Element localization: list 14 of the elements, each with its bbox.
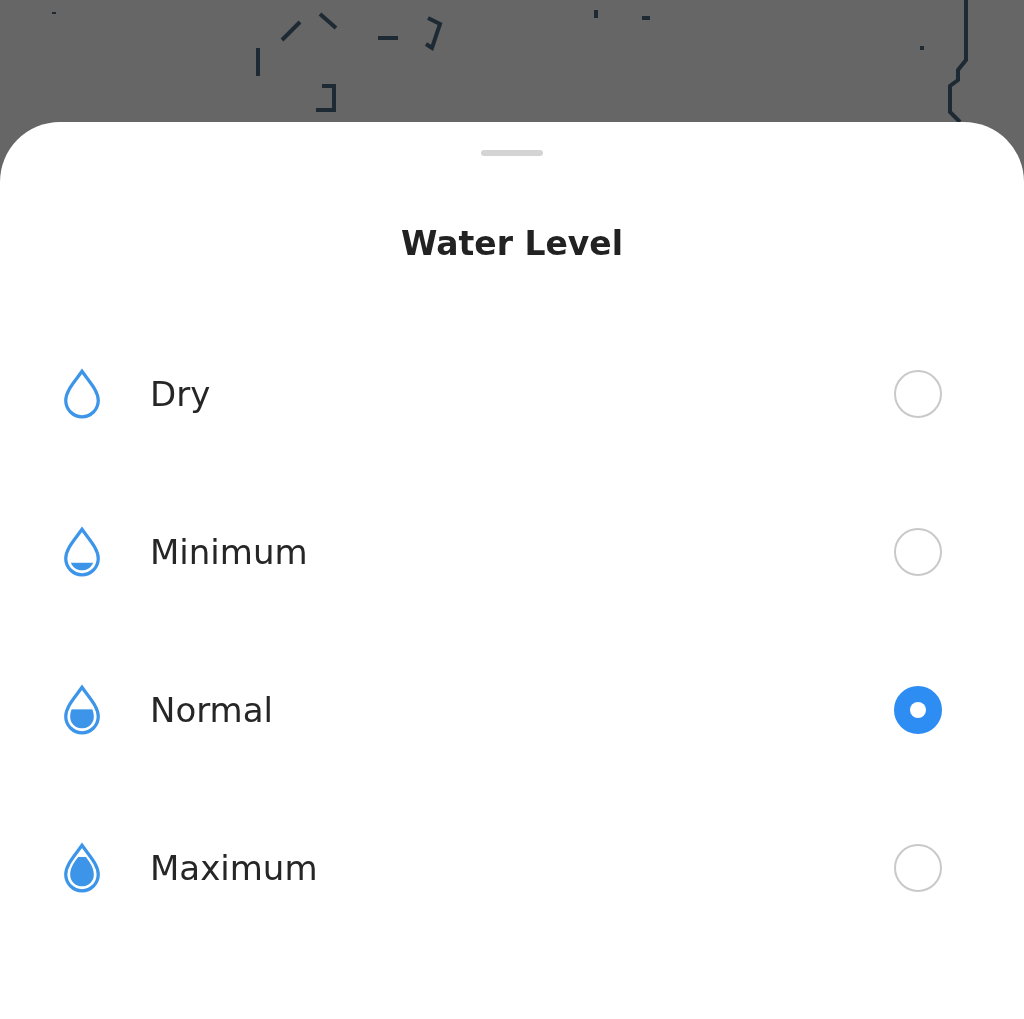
sheet-title: Water Level: [401, 224, 623, 264]
option-row[interactable]: Dry: [0, 315, 1024, 473]
option-label: Dry: [150, 374, 212, 414]
radio-button[interactable]: [894, 528, 942, 576]
option-label: Normal: [150, 690, 275, 730]
radio-button[interactable]: [894, 844, 942, 892]
radio-button[interactable]: [894, 686, 942, 734]
radio-button[interactable]: [894, 370, 942, 418]
option-row[interactable]: Normal: [0, 631, 1024, 789]
option-label: Maximum: [150, 848, 319, 888]
option-label: Minimum: [150, 532, 309, 572]
option-row[interactable]: Maximum: [0, 789, 1024, 947]
drag-handle[interactable]: [481, 150, 543, 156]
option-row[interactable]: Minimum: [0, 473, 1024, 631]
